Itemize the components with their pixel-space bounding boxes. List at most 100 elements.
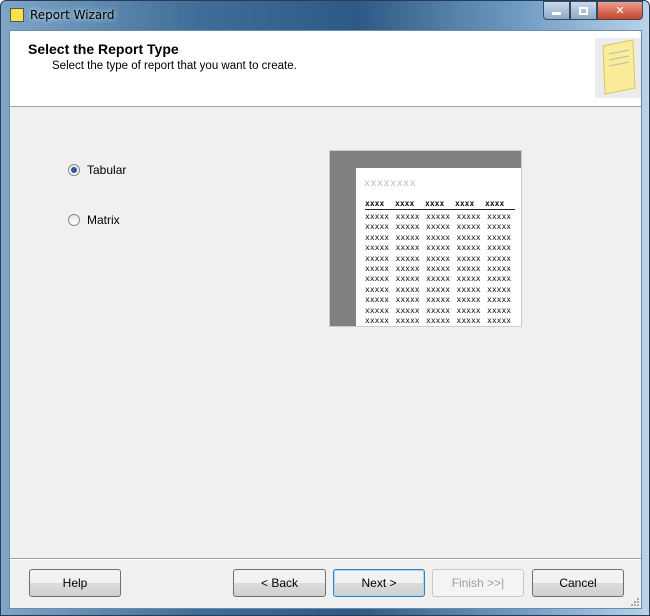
preview-cell: xxxxx (365, 212, 390, 221)
preview-cell: xxxxx (426, 315, 451, 325)
preview-cell: xxxxx (487, 232, 512, 242)
preview-cell: xxxxx (395, 212, 420, 221)
preview-cell: xxxxx (456, 212, 481, 221)
report-wizard-window: Report Wizard ✕ Select the Report Type S… (0, 0, 650, 616)
preview-cell: xxxxx (456, 295, 481, 305)
preview-cell: xxxxx (365, 315, 390, 325)
preview-cell: xxxxx (487, 243, 512, 253)
preview-cell: xxxxx (395, 263, 420, 273)
preview-row: xxxxx xxxxx xxxxx xxxxx xxxxx (365, 316, 518, 326)
back-button[interactable]: < Back (233, 569, 326, 597)
footer-divider (10, 558, 641, 560)
preview-cell: xxxxx (365, 284, 390, 294)
preview-cell: xxxxx (365, 232, 390, 242)
preview-cell: xxxxx (487, 222, 512, 232)
preview-header-cell: xxxx (455, 199, 475, 208)
preview-header-cell: xxxx (365, 199, 385, 208)
radio-button-selected[interactable] (68, 164, 80, 176)
close-button[interactable]: ✕ (597, 1, 643, 20)
preview-header-cell: xxxx (425, 199, 445, 208)
wizard-body: Select the Report Type Select the type o… (9, 30, 642, 609)
preview-header-row: xxxx xxxx xxxx xxxx xxxx (365, 199, 515, 210)
preview-cell: xxxxx (487, 305, 512, 315)
preview-cell: xxxxx (395, 253, 420, 263)
radio-matrix[interactable]: Matrix (68, 213, 120, 227)
preview-page: xxxxxxxx xxxx xxxx xxxx xxxx xxxx xxxxx xxxxx x… (356, 168, 521, 326)
preview-cell: xxxxx (426, 284, 451, 294)
help-button[interactable]: Help (29, 569, 121, 597)
radio-tabular[interactable]: Tabular (68, 163, 126, 177)
preview-cell: xxxxx (365, 295, 390, 305)
preview-cell: xxxxx (487, 263, 512, 273)
preview-cell: xxxxx (456, 232, 481, 242)
preview-cell: xxxxx (456, 305, 481, 315)
preview-cell: xxxxx (487, 295, 512, 305)
preview-cell: xxxxx (395, 305, 420, 315)
report-wizard-icon (10, 8, 24, 22)
preview-cell: xxxxx (487, 212, 512, 221)
preview-cell: xxxxx (487, 274, 512, 284)
preview-cell: xxxxx (395, 295, 420, 305)
preview-cell: xxxxx (456, 284, 481, 294)
preview-cell: xxxxx (426, 263, 451, 273)
page-subtitle: Select the type of report that you want … (52, 60, 297, 72)
radio-label-tabular: Tabular (87, 163, 127, 177)
window-title: Report Wizard (30, 8, 115, 22)
minimize-button[interactable] (543, 1, 570, 20)
preview-cell: xxxxx (487, 253, 512, 263)
preview-cell: xxxxx (365, 274, 390, 284)
finish-button[interactable]: Finish >>| (432, 569, 524, 597)
preview-cell: xxxxx (426, 232, 451, 242)
preview-title: xxxxxxxx (364, 178, 417, 189)
preview-row: xxxxx xxxxx xxxxx xxxxx xxxxx (365, 254, 518, 264)
preview-row: xxxxx xxxxx xxxxx xxxxx xxxxx (365, 212, 518, 222)
preview-row: xxxxx xxxxx xxxxx xxxxx xxxxx (365, 233, 518, 243)
preview-cell: xxxxx (395, 315, 420, 325)
preview-header-cell: xxxx (395, 199, 415, 208)
preview-cell: xxxxx (456, 274, 481, 284)
preview-cell: xxxxx (365, 263, 390, 273)
preview-cell: xxxxx (426, 274, 451, 284)
preview-cell: xxxxx (426, 305, 451, 315)
preview-row: xxxxx xxxxx xxxxx xxxxx xxxxx (365, 306, 518, 316)
preview-cell: xxxxx (426, 212, 451, 221)
preview-cell: xxxxx (365, 222, 390, 232)
preview-row: xxxxx xxxxx xxxxx xxxxx xxxxx (365, 274, 518, 284)
preview-cell: xxxxx (456, 222, 481, 232)
preview-cell: xxxxx (365, 243, 390, 253)
preview-cell: xxxxx (395, 232, 420, 242)
preview-cell: xxxxx (395, 274, 420, 284)
preview-header-cell: xxxx (485, 199, 505, 208)
preview-row: xxxxx xxxxx xxxxx xxxxx xxxxx (365, 222, 518, 232)
preview-cell: xxxxx (456, 253, 481, 263)
radio-label-matrix: Matrix (87, 213, 120, 227)
preview-cell: xxxxx (426, 222, 451, 232)
preview-cell: xxxxx (487, 315, 512, 325)
preview-cell: xxxxx (395, 222, 420, 232)
maximize-button[interactable] (570, 1, 597, 20)
cancel-button[interactable]: Cancel (532, 569, 624, 597)
radio-button[interactable] (68, 214, 80, 226)
preview-cell: xxxxx (426, 295, 451, 305)
preview-cell: xxxxx (487, 284, 512, 294)
next-button[interactable]: Next > (333, 569, 425, 597)
preview-row: xxxxx xxxxx xxxxx xxxxx xxxxx (365, 295, 518, 305)
preview-row: xxxxx xxxxx xxxxx xxxxx xxxxx (365, 243, 518, 253)
close-icon: ✕ (615, 4, 625, 17)
title-bar[interactable]: Report Wizard ✕ (1, 1, 649, 29)
preview-cell: xxxxx (456, 243, 481, 253)
preview-cell: xxxxx (365, 253, 390, 263)
page-title: Select the Report Type (28, 41, 179, 57)
preview-row: xxxxx xxxxx xxxxx xxxxx xxxxx (365, 264, 518, 274)
wizard-header: Select the Report Type Select the type o… (10, 31, 641, 107)
minimize-icon (552, 12, 561, 15)
preview-cell: xxxxx (395, 243, 420, 253)
preview-cell: xxxxx (365, 305, 390, 315)
preview-cell: xxxxx (426, 253, 451, 263)
maximize-icon (579, 6, 588, 15)
preview-table: xxxx xxxx xxxx xxxx xxxx xxxxx xxxxx xxxxx xxxxx… (365, 199, 518, 326)
preview-cell: xxxxx (456, 263, 481, 273)
resize-grip-icon[interactable] (629, 596, 639, 606)
notepad-icon (595, 38, 641, 98)
preview-cell: xxxxx (395, 284, 420, 294)
